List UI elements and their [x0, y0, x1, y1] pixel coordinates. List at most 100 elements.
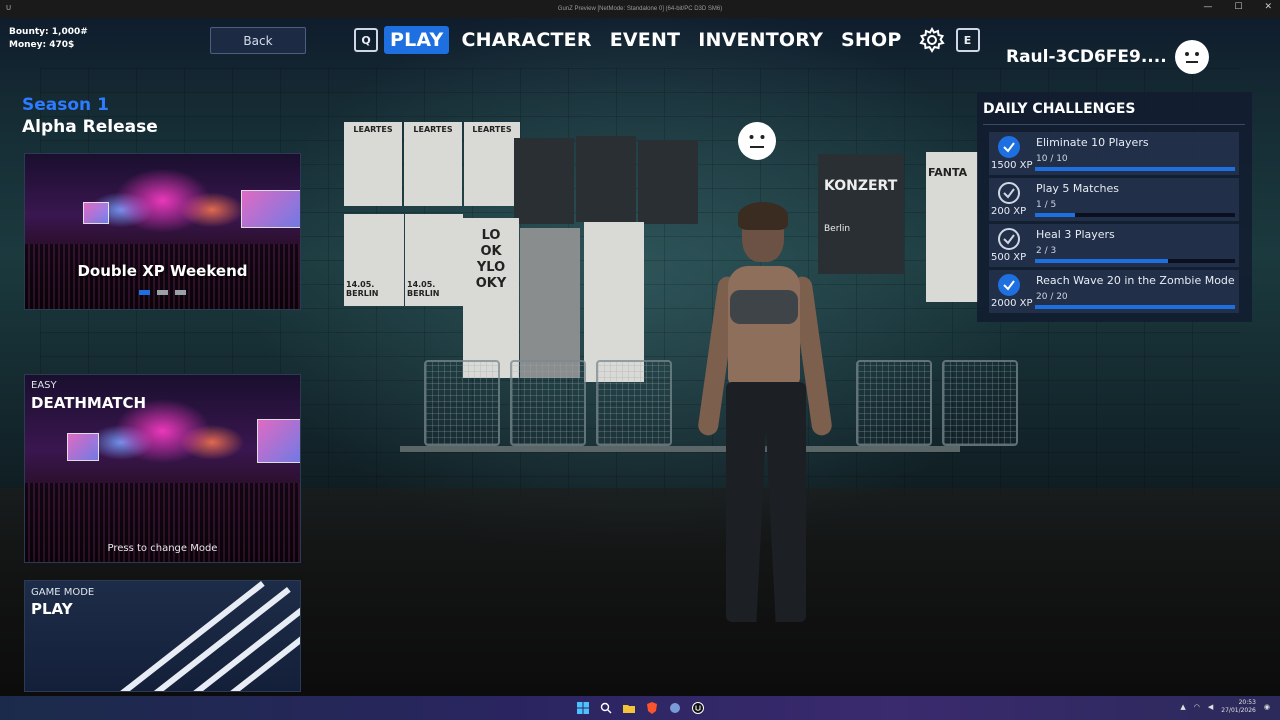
main-nav: Q PLAY CHARACTER EVENT INVENTORY SHOP E — [354, 26, 980, 54]
carousel-dot[interactable] — [175, 290, 186, 295]
decorative-stripe — [111, 581, 265, 691]
progress-fill — [1035, 259, 1169, 263]
challenge-progress-bar — [1035, 167, 1235, 171]
tab-play[interactable]: PLAY — [384, 26, 450, 54]
taskbar-icons — [576, 702, 704, 714]
poster-text: LO OK YLO OKY — [475, 228, 507, 291]
play-button[interactable]: GAME MODE PLAY — [24, 580, 301, 692]
chair — [510, 360, 586, 446]
minimize-button[interactable]: — — [1203, 2, 1212, 12]
character-legs — [726, 382, 806, 622]
app-icon: U — [6, 4, 12, 12]
unreal-icon[interactable] — [691, 702, 704, 714]
challenge-progress: 1 / 5 — [1036, 200, 1057, 210]
poster-text: LEARTES — [472, 125, 512, 134]
player-stats: Bounty: 1,000# Money: 470$ — [9, 26, 88, 52]
tab-character[interactable]: CHARACTER — [455, 26, 597, 54]
tab-shop[interactable]: SHOP — [835, 26, 907, 54]
challenge-item[interactable]: 1500 XP Eliminate 10 Players 10 / 10 — [989, 132, 1239, 175]
challenge-progress-bar — [1035, 259, 1235, 263]
challenge-name: Play 5 Matches — [1036, 182, 1119, 195]
mode-name: DEATHMATCH — [31, 394, 147, 412]
carousel-dots — [25, 290, 300, 295]
clock-time: 20:53 — [1238, 699, 1256, 706]
app-icon[interactable] — [669, 702, 681, 714]
season-header: Season 1 Alpha Release — [22, 95, 158, 137]
carousel-dot[interactable] — [139, 290, 150, 295]
bench — [400, 446, 960, 452]
challenge-progress: 10 / 10 — [1036, 154, 1068, 164]
challenge-item[interactable]: 500 XP Heal 3 Players 2 / 3 — [989, 224, 1239, 267]
notification-icon[interactable]: ◉ — [1264, 703, 1270, 711]
poster-text: LEARTES — [353, 125, 393, 134]
window-titlebar[interactable]: U GunZ Preview [NetMode: Standalone 0] (… — [0, 0, 1280, 18]
game-mode-label: GAME MODE — [31, 587, 95, 598]
challenge-progress: 2 / 3 — [1036, 246, 1057, 256]
poster-text: FANTA — [928, 166, 968, 179]
poster-text: KONZERT — [824, 178, 898, 194]
game-viewport[interactable]: LEARTES LEARTES LEARTES LO OK YLO OKY 14… — [0, 18, 1280, 696]
poster-text: 14.05. BERLIN — [407, 280, 440, 298]
chair — [596, 360, 672, 446]
mode-difficulty: EASY — [31, 380, 57, 391]
search-icon[interactable] — [600, 702, 612, 714]
chair — [856, 360, 932, 446]
character-hair — [738, 202, 788, 230]
system-tray: ▲ ◠ ◀ 20:53 27/01/2026 ◉ — [1180, 699, 1270, 715]
progress-fill — [1035, 167, 1235, 171]
folder-icon[interactable] — [622, 702, 635, 714]
q-key-hint[interactable]: Q — [354, 28, 378, 52]
challenge-item[interactable]: 2000 XP Reach Wave 20 in the Zombie Mode… — [989, 270, 1239, 313]
challenge-item[interactable]: 200 XP Play 5 Matches 1 / 5 — [989, 178, 1239, 221]
check-icon — [998, 274, 1020, 296]
e-key-hint[interactable]: E — [955, 28, 980, 52]
volume-icon[interactable]: ◀ — [1208, 703, 1213, 711]
window-controls: — ☐ ✕ — [1203, 2, 1272, 12]
concert-screen — [241, 190, 300, 228]
challenge-name: Reach Wave 20 in the Zombie Mode — [1036, 274, 1235, 287]
poster: LEARTES — [344, 122, 402, 206]
poster: LO OK YLO OKY — [463, 218, 519, 378]
divider — [983, 124, 1245, 125]
challenge-xp: 1500 XP — [991, 160, 1033, 171]
challenge-xp: 200 XP — [991, 206, 1027, 217]
tab-event[interactable]: EVENT — [604, 26, 687, 54]
windows-icon[interactable] — [576, 702, 589, 714]
daily-challenges-panel: DAILY CHALLENGES 1500 XP Eliminate 10 Pl… — [977, 92, 1252, 322]
close-button[interactable]: ✕ — [1264, 2, 1272, 12]
concert-screen — [67, 433, 99, 461]
poster — [576, 136, 636, 222]
avatar[interactable] — [1174, 40, 1209, 74]
os-taskbar: ▲ ◠ ◀ 20:53 27/01/2026 ◉ — [0, 696, 1280, 720]
challenge-progress: 20 / 20 — [1036, 292, 1068, 302]
progress-fill — [1035, 305, 1235, 309]
challenge-name: Heal 3 Players — [1036, 228, 1115, 241]
poster — [514, 138, 574, 224]
wifi-icon[interactable]: ◠ — [1194, 703, 1200, 711]
money-value: Money: 470$ — [9, 40, 75, 50]
player-character — [690, 202, 840, 636]
poster — [520, 228, 580, 378]
user-profile[interactable]: Raul-3CD6FE9.... — [1006, 40, 1209, 74]
poster: LEARTES — [404, 122, 462, 206]
maximize-button[interactable]: ☐ — [1234, 2, 1242, 12]
neutral-face-icon — [738, 122, 776, 160]
season-title: Season 1 — [22, 95, 109, 115]
carousel-dot[interactable] — [157, 290, 168, 295]
challenge-xp: 2000 XP — [991, 298, 1033, 309]
clock[interactable]: 20:53 27/01/2026 — [1221, 699, 1256, 715]
check-icon — [998, 136, 1020, 158]
poster — [584, 222, 644, 382]
tab-inventory[interactable]: INVENTORY — [692, 26, 829, 54]
back-button[interactable]: Back — [210, 27, 306, 54]
chevron-up-icon[interactable]: ▲ — [1180, 703, 1185, 711]
gear-icon[interactable] — [918, 26, 946, 54]
mode-selector[interactable]: EASY DEATHMATCH Press to change Mode — [24, 374, 301, 563]
progress-fill — [1035, 213, 1075, 217]
season-subtitle: Alpha Release — [22, 117, 158, 137]
browser-icon[interactable] — [646, 702, 658, 714]
promo-banner[interactable]: Double XP Weekend — [24, 153, 301, 310]
username: Raul-3CD6FE9.... — [1006, 47, 1167, 67]
poster: 14.05. BERLIN — [405, 214, 463, 306]
promo-title: Double XP Weekend — [77, 262, 248, 280]
